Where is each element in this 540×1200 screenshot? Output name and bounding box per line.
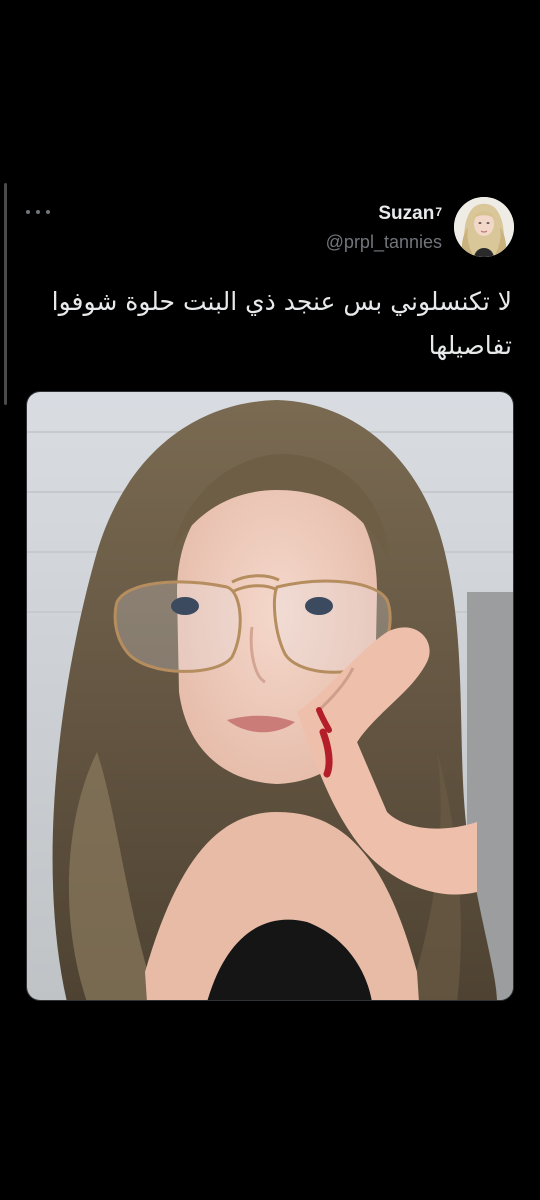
display-name-suffix: 7 bbox=[435, 205, 442, 219]
author-avatar[interactable] bbox=[454, 197, 514, 257]
tweet-text: لا تكنسلوني بس عنجد ذي البنت حلوة شوفوا … bbox=[51, 287, 512, 360]
author-display-name[interactable]: Suzan7 bbox=[378, 202, 442, 226]
author-handle[interactable]: @prpl_tannies bbox=[326, 229, 442, 255]
scroll-indicator[interactable] bbox=[4, 183, 7, 405]
more-dot-icon bbox=[46, 210, 50, 214]
more-options-button[interactable] bbox=[26, 204, 50, 220]
avatar-icon bbox=[454, 197, 514, 257]
selfie-photo-image bbox=[27, 392, 513, 1000]
more-dot-icon bbox=[36, 210, 40, 214]
tweet-screen: Suzan7 @prpl_tannies لا تكنسلوني بس عنجد… bbox=[0, 0, 540, 1200]
display-name-text: Suzan bbox=[378, 203, 435, 224]
tweet-media-photo[interactable] bbox=[26, 391, 514, 1001]
author-info[interactable]: Suzan7 @prpl_tannies bbox=[326, 202, 442, 255]
more-dot-icon bbox=[26, 210, 30, 214]
